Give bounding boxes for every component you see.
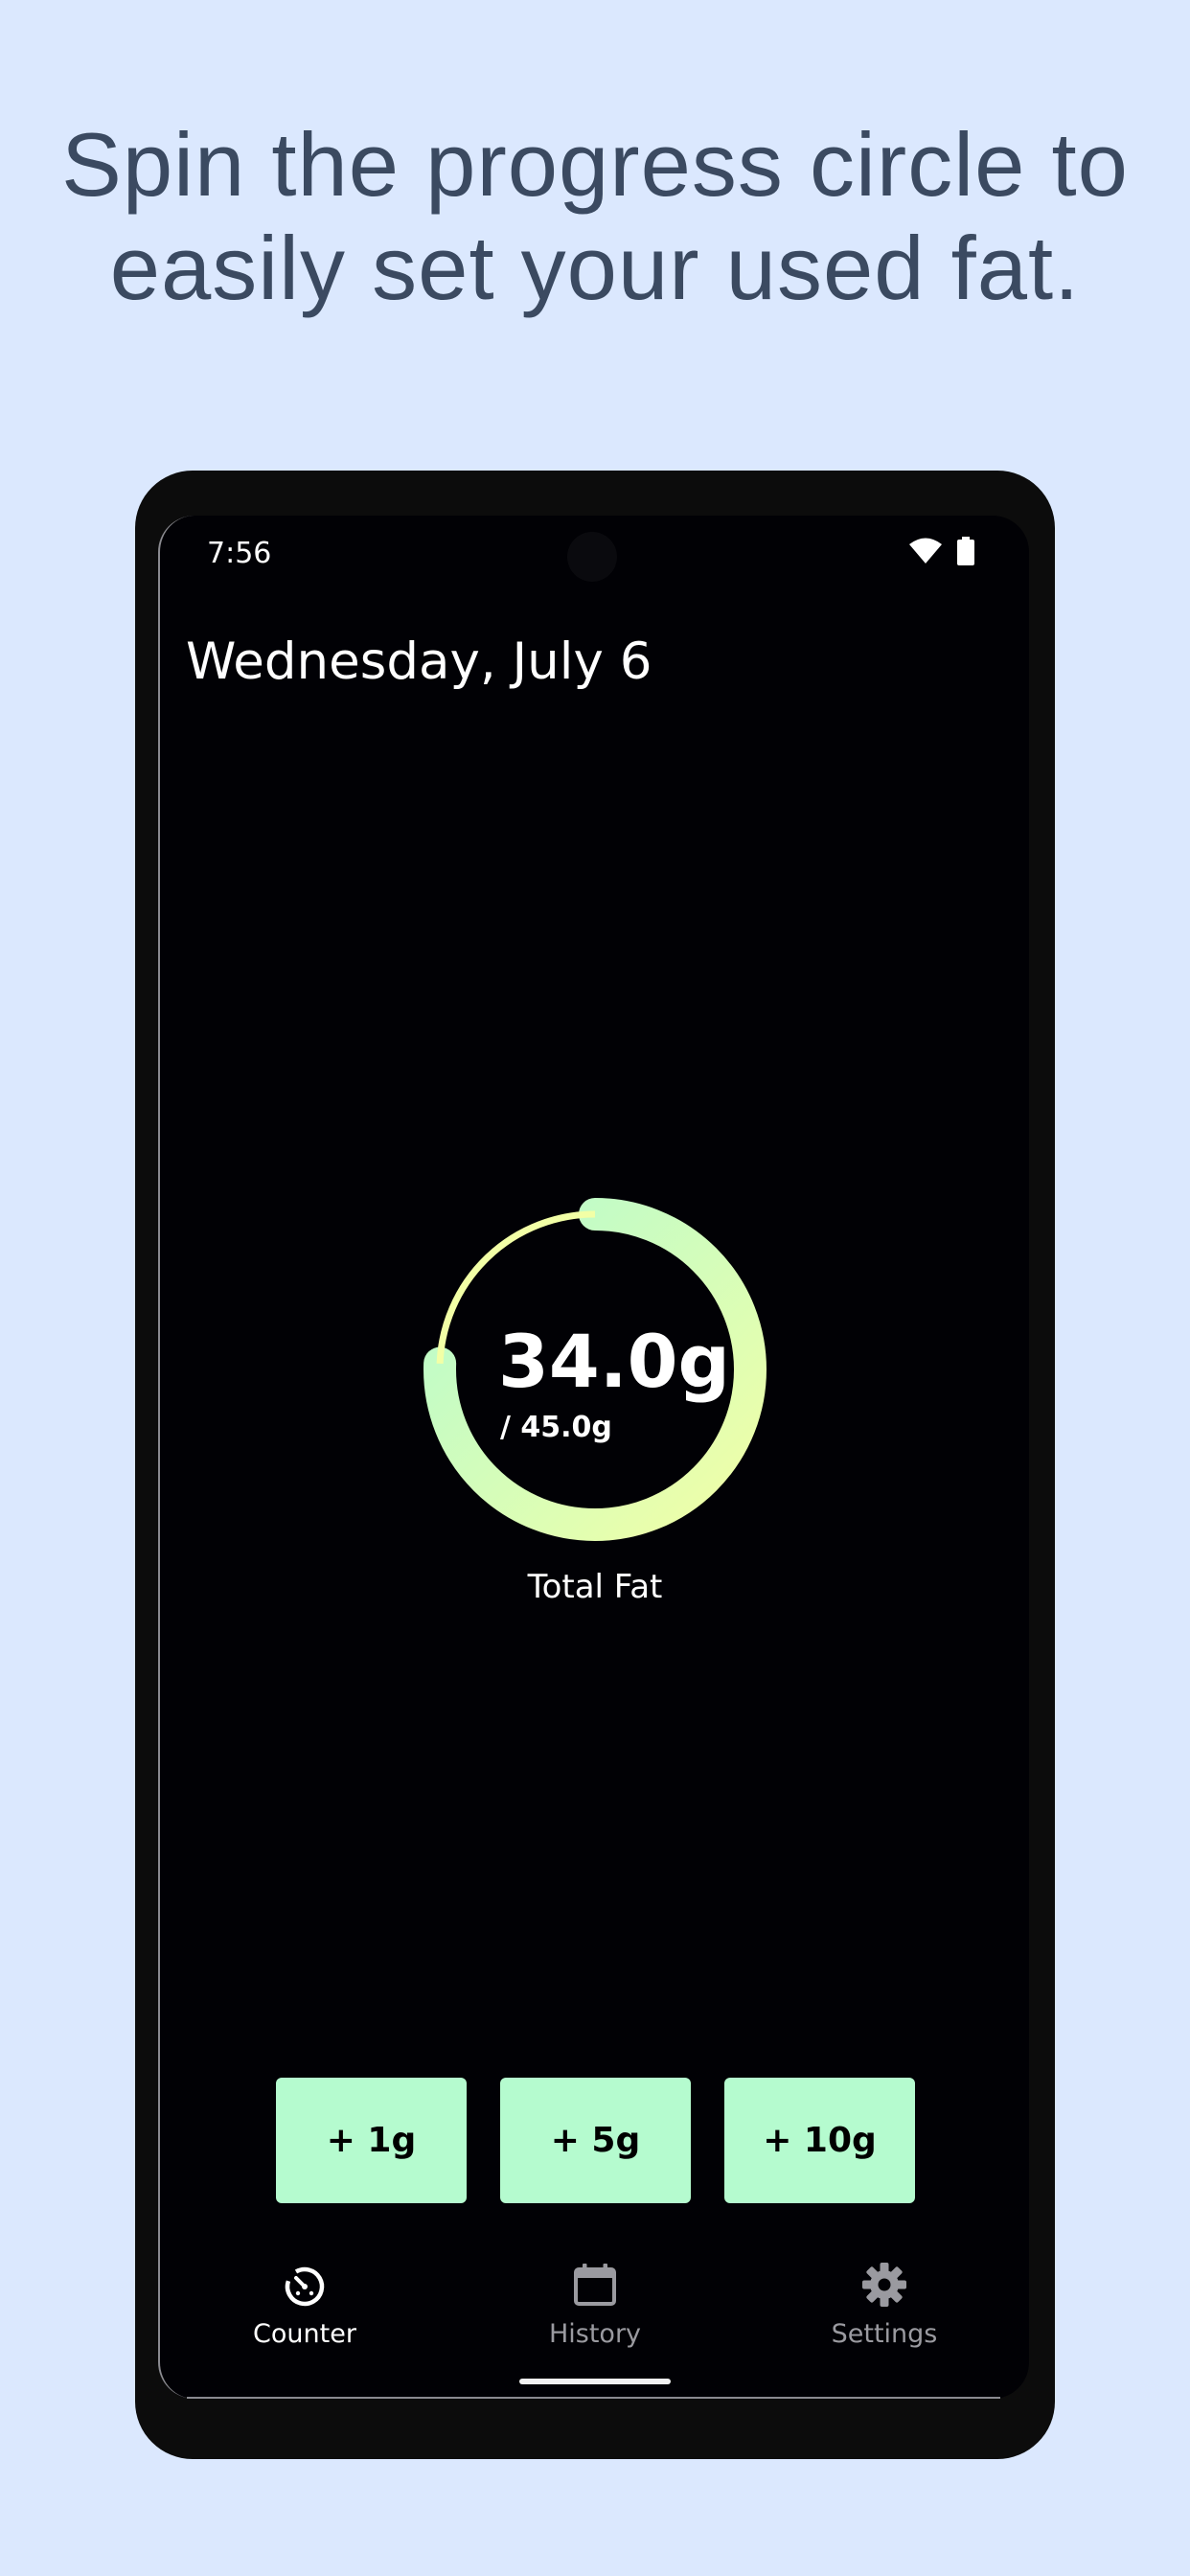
- gauge-icon: [285, 2266, 325, 2307]
- home-indicator[interactable]: [519, 2379, 671, 2384]
- date-title: Wednesday, July 6: [186, 632, 652, 691]
- promo-headline-line-1: Spin the progress circle to: [61, 114, 1129, 215]
- add-5g-button[interactable]: + 5g: [500, 2078, 691, 2203]
- wifi-icon: [909, 538, 942, 564]
- nav-label-settings: Settings: [831, 2319, 938, 2349]
- calendar-icon: [574, 2264, 616, 2306]
- nav-label-history: History: [548, 2319, 642, 2349]
- nav-item-counter[interactable]: Counter: [209, 2262, 400, 2349]
- nav-item-history[interactable]: History: [499, 2262, 691, 2349]
- front-camera: [567, 532, 617, 582]
- promo-headline: Spin the progress circle to easily set y…: [0, 113, 1190, 320]
- status-icons: [908, 537, 975, 565]
- nav-item-settings[interactable]: Settings: [789, 2262, 980, 2349]
- nav-label-counter: Counter: [253, 2319, 356, 2349]
- gear-icon: [862, 2263, 906, 2307]
- screen-edge-line: [187, 2397, 1000, 2399]
- progress-label: Total Fat: [527, 1568, 663, 1606]
- fat-goal-value: / 45.0g: [500, 1411, 612, 1444]
- battery-icon: [957, 537, 974, 565]
- add-10g-button[interactable]: + 10g: [724, 2078, 915, 2203]
- fat-amount-value: 34.0g: [498, 1319, 730, 1404]
- promo-headline-line-2: easily set your used fat.: [109, 218, 1081, 318]
- status-time: 7:56: [207, 537, 272, 570]
- add-1g-button[interactable]: + 1g: [276, 2078, 467, 2203]
